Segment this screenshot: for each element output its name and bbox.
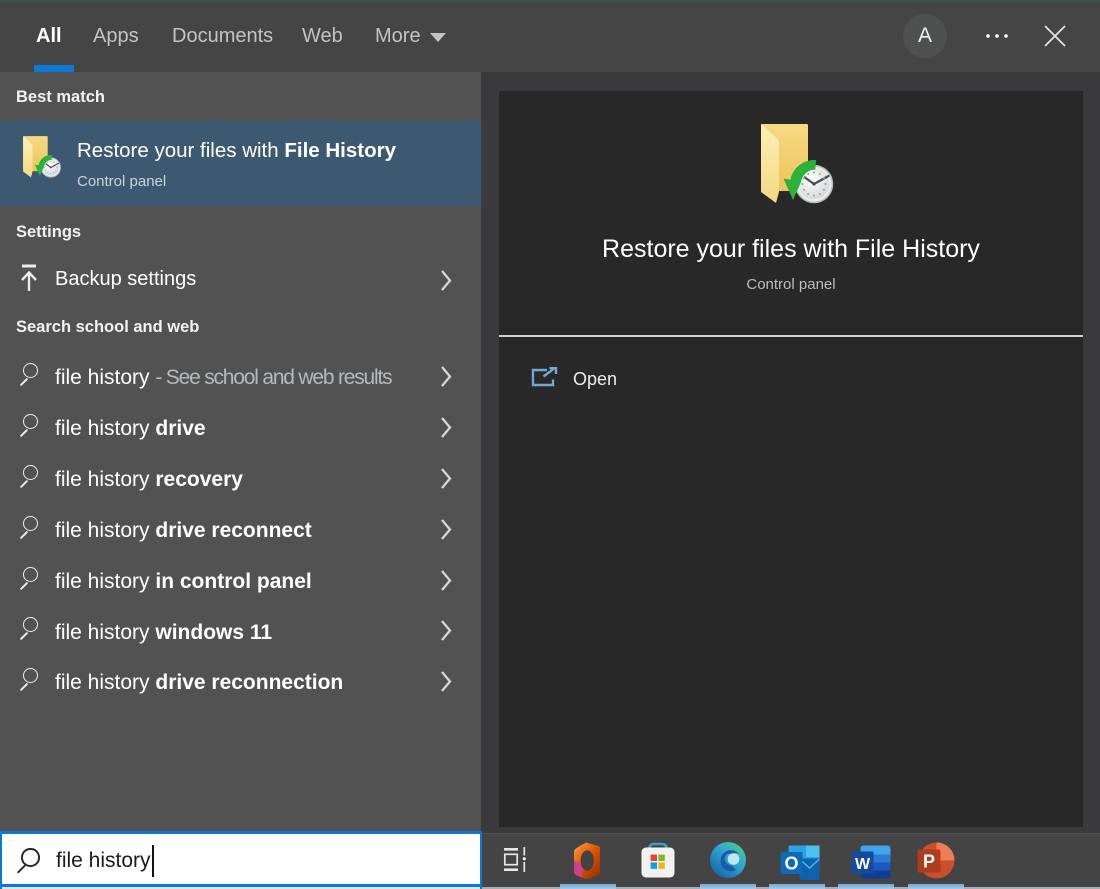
svg-text:P: P: [923, 852, 935, 872]
svg-text:O: O: [784, 854, 798, 874]
svg-text:W: W: [855, 856, 871, 873]
